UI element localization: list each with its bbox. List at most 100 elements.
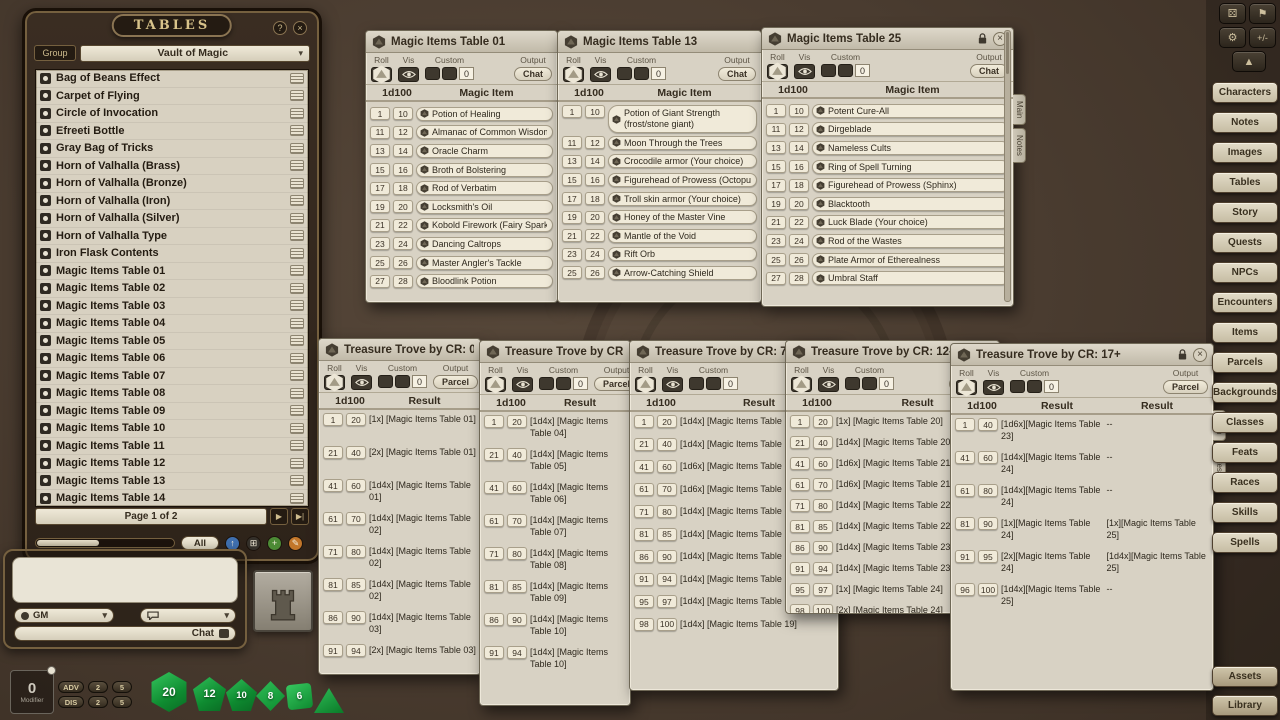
range-field[interactable]: 91 [790,562,810,575]
window-titlebar[interactable]: Treasure Trove by CR: 4-6 [480,341,630,363]
open-table-icon[interactable] [290,405,304,416]
custom-die-button[interactable] [442,67,457,80]
range-field[interactable]: 40 [657,438,677,451]
table-list-item[interactable]: Magic Items Table 09 [36,403,308,421]
range-field[interactable]: 71 [323,545,343,558]
range-field[interactable]: 10 [789,104,809,117]
range-field[interactable]: 17 [370,182,390,195]
item-link[interactable]: Mantle of the Void [608,229,757,243]
output-mode-button[interactable]: Chat [970,64,1008,78]
tab-main[interactable]: Main [1013,94,1026,125]
range-field[interactable]: 41 [484,481,504,494]
table-list-item[interactable]: Gray Bag of Tricks [36,140,308,158]
sidebar-button-parcels[interactable]: Parcels [1212,352,1278,373]
range-field[interactable]: 17 [766,179,786,192]
range-field[interactable]: 20 [507,415,527,428]
range-field[interactable]: 98 [634,618,654,631]
roll-dice-button[interactable] [635,377,656,392]
open-table-icon[interactable] [290,440,304,451]
custom-die-button[interactable] [1010,380,1025,393]
custom-die-button[interactable] [634,67,649,80]
roll-dice-button[interactable] [485,377,506,392]
range-field[interactable]: 71 [790,499,810,512]
range-field[interactable]: 91 [323,644,343,657]
range-field[interactable]: 97 [657,595,677,608]
range-field[interactable]: 27 [766,272,786,285]
range-field[interactable]: 80 [346,545,366,558]
range-field[interactable]: 16 [789,160,809,173]
custom-value-field[interactable]: 0 [723,377,738,390]
range-field[interactable]: 40 [813,436,833,449]
window-titlebar[interactable]: Magic Items Table 25× [762,28,1013,50]
range-field[interactable]: 81 [955,517,975,530]
range-field[interactable]: 81 [484,580,504,593]
sidebar-button-classes[interactable]: Classes [1212,412,1278,433]
result-field[interactable]: [1d4x] [Magic Items Table 19] [680,618,834,631]
result-field[interactable]: [2x][Magic Items Table 24] [1001,550,1104,574]
result-field[interactable]: -- [1107,583,1210,596]
collapse-sidebar-button[interactable]: ▲ [1232,51,1266,72]
table-list-item[interactable]: Magic Items Table 01 [36,263,308,281]
chat-mode-select[interactable]: ▾ [140,608,236,623]
range-field[interactable]: 85 [657,528,677,541]
custom-value-field[interactable]: 0 [855,64,870,77]
range-field[interactable]: 70 [346,512,366,525]
range-field[interactable]: 41 [634,460,654,473]
table-list-item[interactable]: Magic Items Table 04 [36,315,308,333]
table-list-item[interactable]: Magic Items Table 10 [36,420,308,438]
open-table-icon[interactable] [290,143,304,154]
table-list-item[interactable]: Magic Items Table 07 [36,368,308,386]
range-field[interactable]: 15 [370,163,390,176]
visibility-eye-icon[interactable] [512,377,533,392]
item-link[interactable]: Plate Armor of Etherealness [812,253,1009,267]
range-field[interactable]: 18 [393,182,413,195]
table-list-item[interactable]: Horn of Valhalla (Silver) [36,210,308,228]
settings-gear-button[interactable]: ⚙ [1219,27,1246,48]
die-d6[interactable]: 6 [286,683,313,710]
result-field[interactable]: [1d4x] [Magic Items Table 03] [369,611,476,635]
range-field[interactable]: 86 [484,613,504,626]
mod-2-button[interactable]: 2 [88,696,108,708]
table-list-item[interactable]: Efreeti Bottle [36,123,308,141]
item-link[interactable]: Broth of Bolstering [416,163,553,177]
range-field[interactable]: 20 [393,200,413,213]
output-mode-button[interactable]: Chat [718,67,756,81]
mod-dis-button[interactable]: DIS [58,696,84,708]
table-list-item[interactable]: Magic Items Table 03 [36,298,308,316]
sidebar-button-assets[interactable]: Assets [1212,666,1278,687]
custom-die-button[interactable] [862,377,877,390]
mod-2-button[interactable]: 2 [88,681,108,693]
range-field[interactable]: 13 [370,144,390,157]
chat-log[interactable] [12,557,238,603]
sidebar-button-races[interactable]: Races [1212,472,1278,493]
die-d20[interactable]: 20 [150,672,188,712]
range-field[interactable]: 20 [657,415,677,428]
range-field[interactable]: 85 [346,578,366,591]
result-field[interactable]: [1d4x] [Magic Items Table 04] [530,415,626,439]
custom-die-button[interactable] [706,377,721,390]
result-field[interactable]: [1d4x] [Magic Items Table 08] [530,547,626,571]
die-d4[interactable] [314,687,344,713]
result-field[interactable]: [1d4x] [Magic Items Table 07] [530,514,626,538]
item-link[interactable]: Arrow-Catching Shield [608,266,757,280]
range-field[interactable]: 91 [955,550,975,563]
filter-all-button[interactable]: All [181,536,219,550]
range-field[interactable]: 14 [393,144,413,157]
open-table-icon[interactable] [290,90,304,101]
result-field[interactable]: [2x] [Magic Items Table 01] [369,446,476,459]
range-field[interactable]: 60 [813,457,833,470]
range-field[interactable]: 13 [562,155,582,168]
range-field[interactable]: 25 [766,253,786,266]
sidebar-button-characters[interactable]: Characters [1212,82,1278,103]
range-field[interactable]: 61 [790,478,810,491]
table-list-item[interactable]: Magic Items Table 12 [36,455,308,473]
range-field[interactable]: 21 [562,229,582,242]
range-field[interactable]: 12 [585,136,605,149]
custom-die-button[interactable] [821,64,836,77]
sidebar-button-spells[interactable]: Spells [1212,532,1278,553]
custom-die-button[interactable] [556,377,571,390]
range-field[interactable]: 15 [562,173,582,186]
range-field[interactable]: 1 [955,418,975,431]
visibility-eye-icon[interactable] [351,375,372,390]
roll-dice-button[interactable] [956,380,977,395]
